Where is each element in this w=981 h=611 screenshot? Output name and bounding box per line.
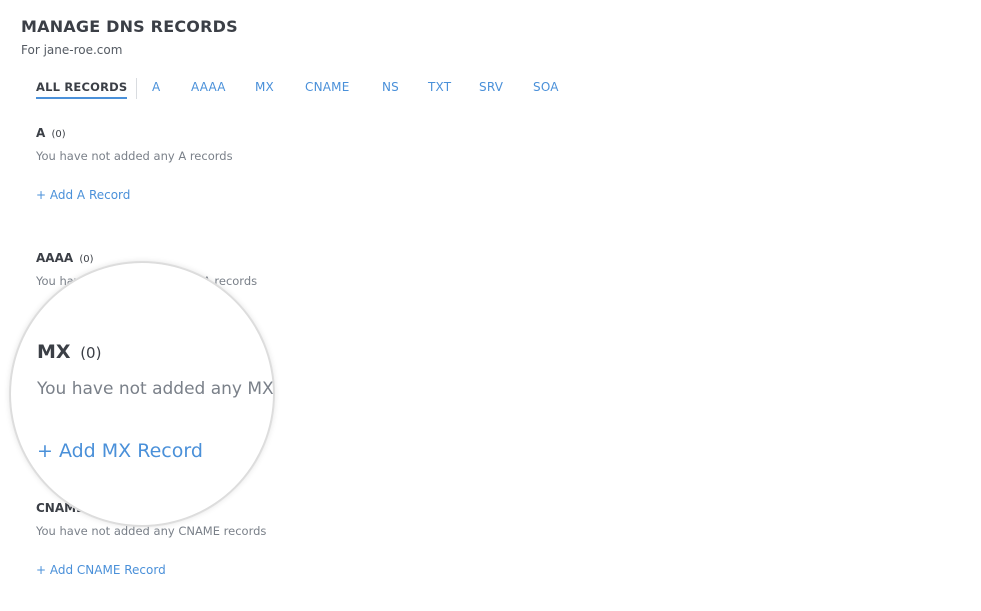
empty-message: You have not added any CNAME records bbox=[36, 524, 267, 538]
page-title: MANAGE DNS RECORDS bbox=[21, 17, 238, 36]
tab-all-records[interactable]: ALL RECORDS bbox=[36, 80, 128, 99]
record-type-label: AAAA bbox=[36, 251, 74, 265]
magnifier-lens: MX (0) You have not added any MX + Add M… bbox=[11, 263, 273, 525]
mx-empty-message: You have not added any MX bbox=[37, 379, 273, 399]
add-cname-record-link[interactable]: + Add CNAME Record bbox=[36, 563, 266, 577]
tab-divider bbox=[136, 78, 137, 99]
add-a-record-link[interactable]: + Add A Record bbox=[36, 188, 233, 202]
mx-section-heading: MX (0) bbox=[37, 341, 101, 363]
tab-soa[interactable]: SOA bbox=[533, 80, 559, 94]
empty-message: You have not added any A records bbox=[36, 149, 233, 163]
tab-ns[interactable]: NS bbox=[382, 80, 399, 94]
tab-mx[interactable]: MX bbox=[255, 80, 274, 94]
record-count: (0) bbox=[79, 254, 94, 265]
record-count: (0) bbox=[51, 129, 66, 140]
tab-txt[interactable]: TXT bbox=[428, 80, 451, 94]
add-mx-record-link[interactable]: + Add MX Record bbox=[37, 440, 203, 462]
tab-srv[interactable]: SRV bbox=[479, 80, 503, 94]
a-records-section: A (0) You have not added any A records +… bbox=[36, 126, 233, 202]
record-count: (0) bbox=[80, 344, 102, 362]
record-type-label: A bbox=[36, 126, 46, 140]
tab-aaaa[interactable]: AAAA bbox=[191, 80, 226, 94]
section-heading: A (0) bbox=[36, 126, 233, 140]
domain-subtitle: For jane-roe.com bbox=[21, 43, 123, 57]
tab-a[interactable]: A bbox=[152, 80, 160, 94]
tab-cname[interactable]: CNAME bbox=[305, 80, 350, 94]
record-type-label: MX bbox=[37, 341, 71, 363]
